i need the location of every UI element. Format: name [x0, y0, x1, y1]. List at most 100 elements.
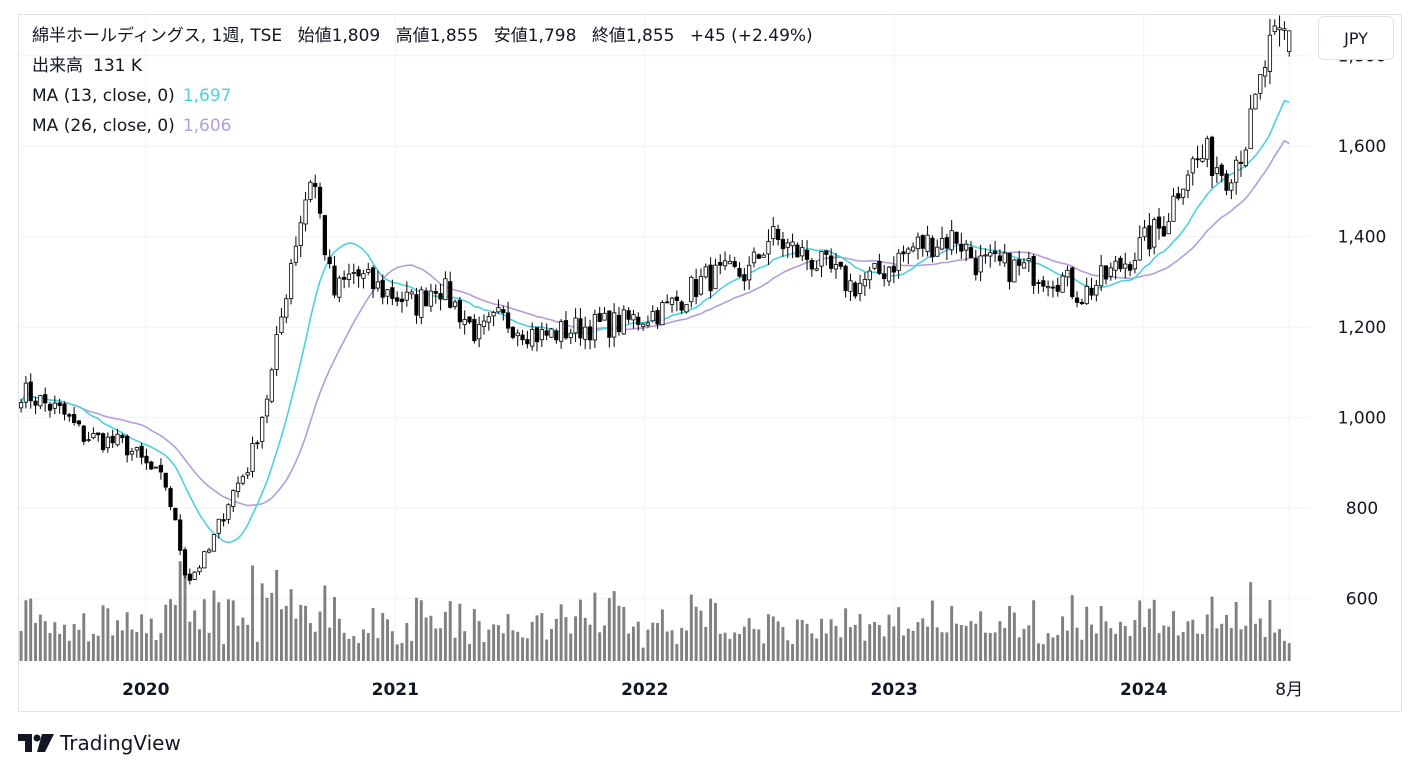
- volume-bar: [395, 644, 399, 661]
- candle-body: [973, 258, 978, 276]
- candle-body: [134, 447, 139, 451]
- candle-body: [322, 215, 327, 256]
- candle-body: [645, 322, 651, 326]
- volume-bar: [699, 610, 703, 661]
- volume-bar: [926, 626, 930, 661]
- volume-bar: [1008, 605, 1012, 661]
- candle-body: [790, 241, 795, 247]
- volume-bar: [366, 633, 370, 661]
- branding[interactable]: TradingView: [18, 730, 181, 756]
- candle-body: [1229, 182, 1234, 191]
- volume-bar: [77, 629, 81, 661]
- volume-bar: [569, 633, 573, 661]
- candle-body: [964, 243, 969, 251]
- volume-bar: [492, 624, 496, 661]
- volume-bar: [381, 613, 385, 661]
- volume-bar: [863, 640, 867, 661]
- x-tick-label: 2024: [1120, 680, 1167, 700]
- volume-bar: [1075, 627, 1079, 661]
- candle-body: [279, 316, 284, 334]
- candle-body: [395, 297, 400, 302]
- volume-bar: [1037, 643, 1040, 661]
- candle-body: [583, 326, 588, 340]
- candle-body: [356, 269, 361, 277]
- volume-bar: [429, 615, 433, 661]
- volume-bar: [603, 625, 606, 661]
- volume-bar: [660, 609, 664, 661]
- volume-bar: [887, 614, 891, 661]
- volume-bar: [535, 615, 539, 661]
- volume-bar: [906, 628, 910, 661]
- candle-body: [1123, 263, 1128, 269]
- candle-body: [867, 270, 872, 281]
- candle-body: [57, 402, 62, 407]
- volume-bar: [521, 637, 525, 661]
- candle-body: [737, 268, 742, 277]
- candle-body: [1258, 74, 1263, 94]
- candle-body: [38, 395, 43, 407]
- volume-bar: [882, 636, 886, 661]
- candle-body: [163, 472, 168, 488]
- candle-body: [472, 318, 477, 342]
- volume-bar: [1152, 599, 1156, 661]
- volume-bar: [1157, 633, 1161, 661]
- volume-bar: [482, 642, 486, 661]
- volume-bar: [940, 632, 944, 661]
- candle-body: [983, 254, 988, 257]
- volume-bar: [583, 617, 587, 661]
- volume-bar: [1104, 621, 1108, 661]
- candle-body: [761, 254, 766, 258]
- volume-bar: [1017, 637, 1021, 661]
- candle-body: [346, 273, 352, 280]
- volume-bar: [516, 631, 520, 661]
- volume-bar: [974, 623, 978, 661]
- volume-bar: [1205, 614, 1209, 661]
- candle-body: [361, 273, 366, 279]
- volume-bar: [198, 629, 201, 661]
- candle-body: [115, 433, 120, 446]
- candle-body: [1137, 237, 1142, 261]
- candle-body: [245, 472, 250, 476]
- ohlc-legend: 綿半ホールディングス, 1週, TSE 始値1,809 高値1,855 安値1,…: [32, 26, 813, 46]
- candle-body: [997, 255, 1003, 262]
- candle-body: [1017, 259, 1022, 266]
- change-value: +45 (+2.49%): [689, 26, 813, 46]
- volume-bar: [824, 633, 828, 661]
- volume-bar: [1123, 625, 1127, 661]
- volume-bar: [294, 618, 298, 661]
- volume-bar: [574, 616, 578, 661]
- y-tick-label: 1,000: [1338, 409, 1387, 429]
- volume-bar: [1094, 633, 1098, 661]
- volume-bar: [1027, 625, 1031, 661]
- candle-body: [694, 279, 699, 297]
- close-value: 1,855: [625, 26, 675, 46]
- candle-body: [679, 301, 684, 311]
- volume-bar: [728, 638, 732, 661]
- volume-bar: [704, 626, 708, 661]
- chart-canvas[interactable]: 6008001,0001,2001,4001,6001,800 20202021…: [0, 0, 1420, 712]
- candle-body: [380, 280, 385, 298]
- volume-bar: [525, 638, 529, 661]
- candle-body: [510, 326, 516, 338]
- volume-bar: [67, 640, 71, 661]
- candle-body: [814, 268, 819, 271]
- candle-body: [221, 519, 226, 522]
- volume-bar: [207, 632, 211, 661]
- candle-body: [182, 549, 188, 576]
- volume-bar: [178, 561, 182, 661]
- volume-bar: [1253, 623, 1257, 661]
- volume-bar: [38, 614, 42, 661]
- candle-body: [722, 260, 728, 267]
- candle-body: [481, 320, 487, 327]
- volume-bar: [357, 643, 361, 661]
- candle-body: [626, 310, 631, 320]
- candle-body: [559, 321, 564, 342]
- currency-button[interactable]: JPY: [1318, 16, 1394, 60]
- candle-body: [968, 246, 974, 259]
- candle-body: [62, 403, 67, 415]
- volume-bar: [930, 600, 934, 661]
- volume-bar: [800, 619, 804, 661]
- volume-bar: [1258, 618, 1262, 661]
- volume-bar: [463, 631, 467, 661]
- candle-body: [669, 297, 675, 305]
